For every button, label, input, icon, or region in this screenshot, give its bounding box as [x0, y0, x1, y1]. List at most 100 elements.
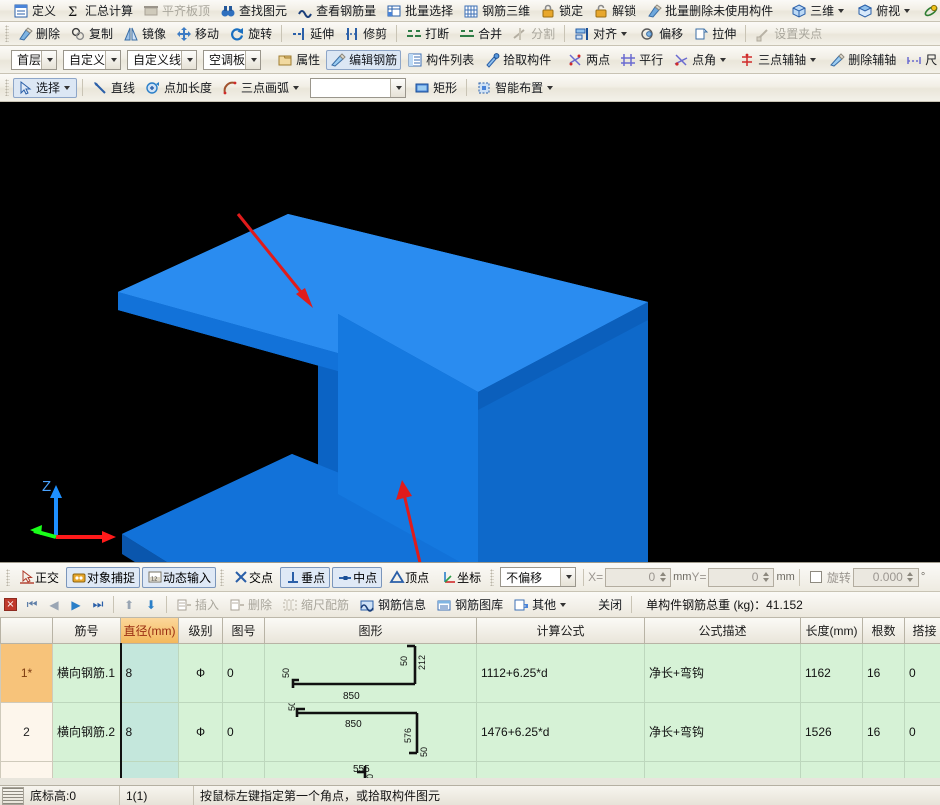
arc-mode-dropdown-button[interactable] [390, 79, 405, 97]
cell-formula[interactable]: 6.25*d+1.606 [477, 761, 645, 778]
chevron-down-icon[interactable] [838, 9, 844, 13]
chevron-down-icon[interactable] [720, 58, 726, 62]
rebar-toolbar-item-e585b3e997ad[interactable]: 关闭 [575, 595, 626, 615]
column-header-length[interactable]: 长度(mm) [801, 618, 863, 643]
cell-name[interactable]: 横向钢筋.3 [53, 761, 121, 778]
snap-toggle-toolbar-item-e58aa8e68081e8be93e585a5[interactable]: 12动态输入 [142, 567, 216, 588]
nav-prev-button[interactable]: ◀ [44, 595, 64, 615]
offset-mode-dropdown-button[interactable] [560, 568, 575, 586]
floor-dropdown-button[interactable] [41, 51, 56, 69]
rotate-spinner[interactable] [905, 569, 916, 586]
cell-diameter[interactable]: 8 [121, 702, 179, 761]
toolbar-item-e5ae9ae4b989[interactable]: 定义 [9, 1, 60, 21]
row-number-cell[interactable]: 2 [1, 702, 53, 761]
cell-length[interactable]: 1526 [801, 702, 863, 761]
cell-grade[interactable]: Ф [179, 702, 223, 761]
chevron-down-icon[interactable] [111, 58, 117, 62]
y-offset-input[interactable]: 0 [708, 568, 774, 587]
table-row[interactable]: 1*横向钢筋.18Ф 0 50850502121112+6.25*d净长+弯钩116… [1, 643, 940, 702]
rebar-toolbar-item-e992a2e7ad8be59bbee5ba93[interactable]: 钢筋图库 [432, 595, 507, 615]
toolbar-item-e9959ce5838f[interactable]: 镜像 [119, 24, 170, 44]
chevron-down-icon[interactable] [560, 603, 566, 607]
toolbar-item-e69e84e4bbb6e58897e8a1a8[interactable]: 构件列表 [403, 50, 478, 70]
toolbar-item-e99481e5ae9a[interactable]: 锁定 [536, 1, 587, 21]
toolbar-item-e68bbee58f96e69e84e4bbb6[interactable]: 拾取构件 [480, 50, 555, 70]
cell-figno[interactable]: 0 [223, 702, 265, 761]
table-row[interactable]: 3横向钢筋.38Ф0555506.25*d+1.606弯钩+净长7361603 [1, 761, 940, 778]
cell-lap[interactable]: 0 [905, 702, 940, 761]
toolbar-item-e4bfaee589aa[interactable]: 修剪 [340, 24, 391, 44]
snap-mode-toolbar-item-e59d90e6a087[interactable]: 坐标 [436, 567, 486, 588]
snap-mode-toolbar-item-e4b8ade782b9[interactable]: 中点 [332, 567, 382, 588]
cell-lap[interactable]: 0 [905, 643, 940, 702]
toolbar-item-e5b19ee680a7[interactable]: 属性 [273, 50, 324, 70]
toolbar-item-e4bfafe8a786[interactable]: 俯视 [853, 1, 917, 21]
snap-mode-toolbar-item-e4baa4e782b9[interactable]: 交点 [228, 567, 278, 588]
chevron-down-icon[interactable] [621, 32, 627, 36]
toolbar-item-e6b187e680bbe8aea1e7ae97[interactable]: Σ汇总计算 [62, 1, 137, 21]
nav-down-button[interactable]: ⬇ [141, 595, 161, 615]
snap-mode-toolbar-item-e59e82e782b9[interactable]: 垂点 [280, 567, 330, 588]
toolbar-item-e782b9e8a792[interactable]: 点角 [669, 50, 733, 70]
toolbar-item-e4b889e782b9e8be85e8bdb4[interactable]: 三点辅轴 [735, 50, 823, 70]
column-header-diameter[interactable]: 直径(mm) [121, 618, 179, 643]
rotate-checkbox[interactable] [810, 571, 822, 583]
cell-formula_desc[interactable]: 净长+弯钩 [645, 643, 801, 702]
cell-formula[interactable]: 1112+6.25*d [477, 643, 645, 702]
row-number-cell[interactable]: 1* [1, 643, 53, 702]
toolbar-item-e69fa5e79c8be992a2e7ad8be9878f[interactable]: 查看钢筋量 [293, 1, 380, 21]
cell-grade[interactable]: Ф [179, 643, 223, 702]
arc-mode-combo[interactable] [310, 78, 406, 98]
resize-grip[interactable] [2, 787, 24, 805]
toolbar-item-e58aa8e68081e8a782e5af9f[interactable]: 动态观察 [919, 1, 940, 21]
cell-name[interactable]: 横向钢筋.2 [53, 702, 121, 761]
x-offset-input[interactable]: 0 [605, 568, 671, 587]
toolbar-item-e59088e5b9b6[interactable]: 合并 [455, 24, 506, 44]
toolbar-item-e8a7a3e99481[interactable]: 解锁 [589, 1, 640, 21]
toolbar-item-e68b89e4bcb8[interactable]: 拉伸 [689, 24, 740, 44]
row-number-cell[interactable]: 3 [1, 761, 53, 778]
toolbar-item-e7a7bbe58aa8[interactable]: 移动 [172, 24, 223, 44]
cell-rebar-figure[interactable]: 55550 [265, 761, 477, 778]
column-header-lap[interactable]: 搭接 [905, 618, 940, 643]
cell-formula_desc[interactable]: 弯钩+净长 [645, 761, 801, 778]
column-header-rownum[interactable] [1, 618, 53, 643]
toolbar-item-e79bb4e7babf[interactable]: 直线 [88, 78, 139, 98]
rebar-table-container[interactable]: 筋号直径(mm)级别图号图形计算公式公式描述长度(mm)根数搭接损耗 1*横向钢… [0, 618, 940, 778]
toolbar-item-e588a0e999a4e8be85e8bdb4[interactable]: 删除辅轴 [825, 50, 900, 70]
cell-length[interactable]: 736 [801, 761, 863, 778]
cell-lap[interactable]: 0 [905, 761, 940, 778]
toolbar-item-e6978be8bdac[interactable]: 旋转 [225, 24, 276, 44]
cell-count[interactable]: 16 [863, 761, 905, 778]
toolbar-item-e5a48de588b6[interactable]: 复制 [66, 24, 117, 44]
toolbar-item-e992a2e7ad8be4b889e7bbb4[interactable]: 钢筋三维 [459, 1, 534, 21]
column-header-figno[interactable]: 图号 [223, 618, 265, 643]
chevron-down-icon[interactable] [293, 86, 299, 90]
cell-name[interactable]: 横向钢筋.1 [53, 643, 121, 702]
component-kind-combo[interactable]: 自定义线 [127, 50, 197, 70]
rebar-toolbar-item-e992a2e7ad8be4bfa1e681af[interactable]: 钢筋信息 [355, 595, 430, 615]
y-offset-spinner[interactable] [760, 569, 771, 586]
toolbar-item-e7bc96e8be91e992a2e7ad8b[interactable]: 编辑钢筋 [326, 50, 401, 70]
toolbar-item-e4b889e782b9e794bbe5bca7[interactable]: 三点画弧 [218, 78, 306, 98]
toolbar-item-e5b0ba[interactable]: 尺 [902, 50, 940, 70]
snap-toggle-toolbar-item-e5afb9e8b1a1e68d95e68d89[interactable]: 对象捕捉 [66, 567, 140, 588]
toolbar-item-e699bae883bde5b883e7bdae[interactable]: 智能布置 [472, 78, 560, 98]
toolbar-gripper[interactable] [490, 569, 494, 586]
rebar-toolbar-item-e585b6e4bb96[interactable]: 其他 [509, 595, 573, 615]
floor-combo[interactable]: 首层 [11, 50, 57, 70]
cell-rebar-figure[interactable]: 5085050212 [265, 643, 477, 702]
chevron-down-icon[interactable] [904, 9, 910, 13]
nav-next-button[interactable]: ▶ [66, 595, 86, 615]
nav-first-button[interactable]: ⏮ [22, 595, 42, 615]
toolbar-item-e5bbb6e4bcb8[interactable]: 延伸 [287, 24, 338, 44]
chevron-down-icon[interactable] [396, 86, 402, 90]
table-row[interactable]: 2横向钢筋.28Ф050850576501476+6.25*d净长+弯钩1526… [1, 702, 940, 761]
component-kind-dropdown-button[interactable] [181, 51, 196, 69]
cell-diameter[interactable]: 8 [121, 643, 179, 702]
toolbar-item-e5b9b3e8a18c[interactable]: 平行 [616, 50, 667, 70]
cell-length[interactable]: 1162 [801, 643, 863, 702]
toolbar-item-e98089e68ba9[interactable]: 选择 [13, 78, 77, 98]
chevron-down-icon[interactable] [547, 86, 553, 90]
snap-toggle-toolbar-item-e6ada3e4baa4[interactable]: 正交 [14, 567, 64, 588]
